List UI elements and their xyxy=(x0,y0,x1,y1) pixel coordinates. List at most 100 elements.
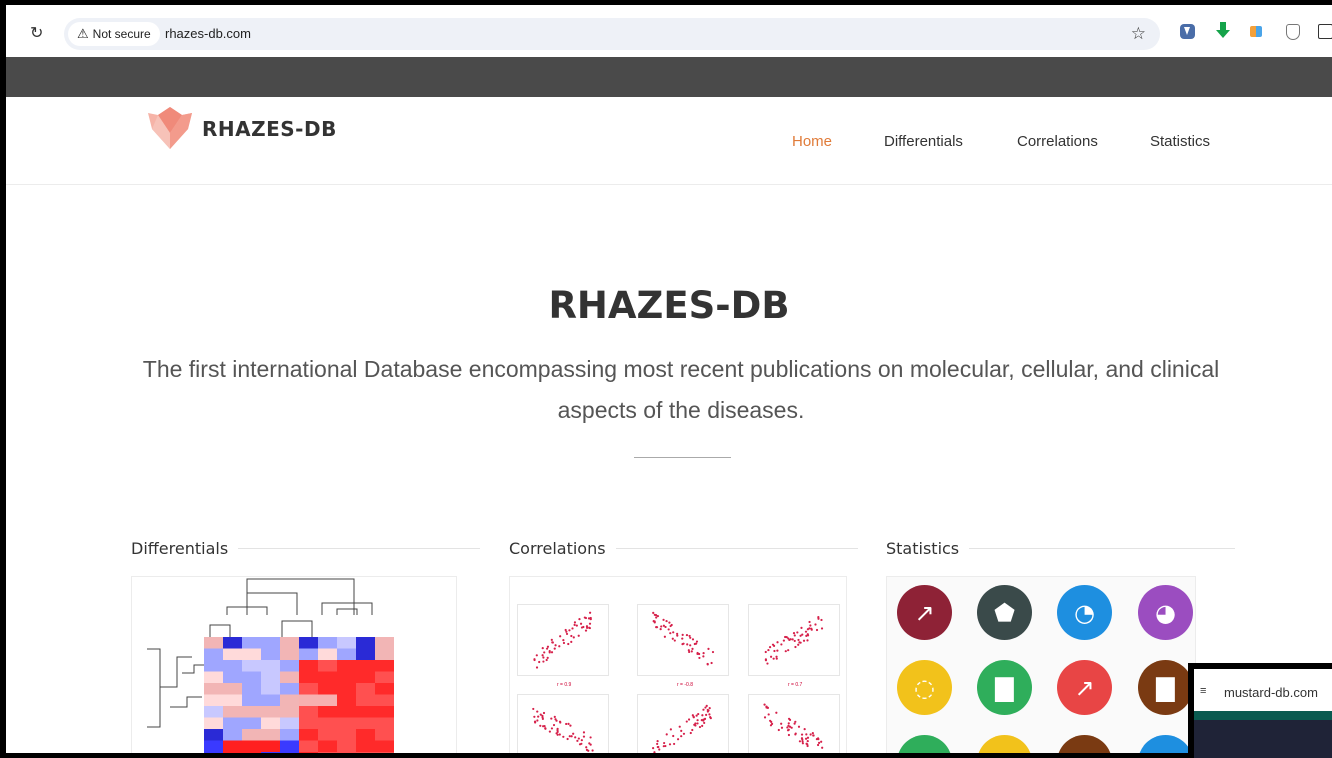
correlations-image[interactable]: r = 0.9 r = -0.8 r = 0.7 xyxy=(509,576,847,753)
scatter-point xyxy=(820,627,824,630)
scatter-point xyxy=(534,721,537,724)
correlation-label: r = 0.7 xyxy=(788,682,803,688)
heatmap-cell xyxy=(280,671,299,683)
tab-preview-popup[interactable]: ≡ mustard-db.com xyxy=(1188,663,1332,758)
heatmap-cell xyxy=(280,752,299,753)
scatter-point xyxy=(769,724,773,727)
scatter-point xyxy=(672,734,675,738)
scatter-point xyxy=(705,704,708,707)
site-info-chip[interactable]: ⚠ Not secure xyxy=(68,22,160,46)
scatter-point xyxy=(787,637,790,640)
scatter-point xyxy=(700,719,703,722)
nav-differentials[interactable]: Differentials xyxy=(884,133,963,150)
differentials-image[interactable] xyxy=(131,576,457,753)
scatter-point xyxy=(571,627,574,630)
heatmap-cell xyxy=(261,717,280,729)
address-bar[interactable]: ⚠ Not secure rhazes-db.com ☆ xyxy=(64,18,1160,50)
heatmap-cell xyxy=(223,706,242,718)
scatter-point xyxy=(810,627,813,630)
nav-correlations[interactable]: Correlations xyxy=(1017,133,1098,150)
scatter-point xyxy=(805,634,808,637)
bookmark-star-icon[interactable]: ☆ xyxy=(1131,24,1146,44)
download-extension-icon[interactable] xyxy=(1180,24,1195,39)
nav-statistics[interactable]: Statistics xyxy=(1150,133,1210,150)
heatmap-cell xyxy=(242,660,261,672)
scatter-point xyxy=(553,715,556,719)
scatter-point xyxy=(664,744,667,748)
heatmap-cell xyxy=(204,648,223,660)
scatter-point xyxy=(682,732,686,735)
scatter-point xyxy=(546,645,550,648)
scatter-point xyxy=(567,642,570,646)
reload-icon[interactable]: ↻ xyxy=(30,23,43,43)
logo-icon[interactable] xyxy=(146,105,194,151)
heatmap-cell xyxy=(375,648,394,660)
heatmap-cell xyxy=(223,740,242,752)
scatter-point xyxy=(773,649,776,653)
heatmap-cell xyxy=(280,648,299,660)
heatmap-cell xyxy=(337,740,356,752)
differentials-section-title[interactable]: Differentials xyxy=(131,539,239,558)
statistics-image[interactable]: ↗ ⬟ ◔ ◕ ◌ ▇ ↗ ▇ ● ▲ ■ ● xyxy=(886,576,1196,753)
scatter-point xyxy=(568,629,571,632)
scatter-point xyxy=(556,727,559,731)
hero-title: RHAZES-DB xyxy=(548,284,790,327)
scatter-point xyxy=(691,728,694,732)
heatmap-cell xyxy=(299,648,318,660)
scatter-point xyxy=(665,619,668,623)
scatter-point xyxy=(587,749,590,752)
scatter-point xyxy=(660,625,663,628)
logo-text[interactable]: RHAZES-DB xyxy=(202,117,337,141)
scatter-point xyxy=(533,658,536,662)
statistics-section-title[interactable]: Statistics xyxy=(886,539,970,558)
scatter-point xyxy=(764,650,767,654)
heatmap-cell xyxy=(280,694,299,706)
scatter-point xyxy=(548,651,551,654)
scatter-point xyxy=(689,636,692,639)
green-arrow-extension-icon[interactable] xyxy=(1216,22,1231,38)
site-settings-icon[interactable]: ≡ xyxy=(1200,685,1206,697)
pie-chart-icon: ◔ xyxy=(1057,585,1112,640)
scatter-point xyxy=(787,733,791,737)
scatter-point xyxy=(780,726,784,729)
scatter-point xyxy=(821,746,824,749)
heatmap-cell xyxy=(242,648,261,660)
heatmap-cell xyxy=(375,740,394,752)
scatter-point xyxy=(764,659,768,662)
scatter-point xyxy=(800,733,804,736)
scatter-point xyxy=(554,644,557,647)
scatter-point xyxy=(577,737,580,740)
scatter-point xyxy=(793,639,796,643)
heatmap-cell xyxy=(318,660,337,672)
scatter-point xyxy=(565,722,568,726)
window-extension-icon[interactable] xyxy=(1318,24,1332,39)
shield-extension-icon[interactable] xyxy=(1286,24,1300,40)
nav-home[interactable]: Home xyxy=(792,133,832,150)
scatter-point xyxy=(580,739,583,742)
scatter-point xyxy=(811,732,814,735)
scatter-point xyxy=(668,743,672,746)
heatmap-cell xyxy=(242,706,261,718)
popup-address-bar[interactable]: ≡ mustard-db.com xyxy=(1194,669,1332,711)
scatter-point xyxy=(672,631,675,634)
popup-url[interactable]: mustard-db.com xyxy=(1224,685,1318,700)
scatter-point xyxy=(588,611,592,614)
scatter-point xyxy=(545,647,549,650)
heatmap-cell xyxy=(261,671,280,683)
scatter-point xyxy=(570,634,573,638)
scatter-point xyxy=(817,741,821,744)
url-text[interactable]: rhazes-db.com xyxy=(165,26,251,41)
scatter-point xyxy=(707,647,710,650)
scatter-point xyxy=(578,618,581,621)
scatter-point xyxy=(695,640,699,643)
scatter-point xyxy=(567,722,570,726)
scatter-point xyxy=(780,722,783,725)
heatmap-cell xyxy=(280,683,299,695)
scatter-point xyxy=(792,632,796,635)
heatmap-cell xyxy=(318,729,337,741)
heatmap-cell xyxy=(261,740,280,752)
correlations-section-title[interactable]: Correlations xyxy=(509,539,616,558)
scatter-point xyxy=(653,751,656,753)
scatter-point xyxy=(693,642,696,646)
puzzle-extension-icon[interactable] xyxy=(1250,26,1262,37)
